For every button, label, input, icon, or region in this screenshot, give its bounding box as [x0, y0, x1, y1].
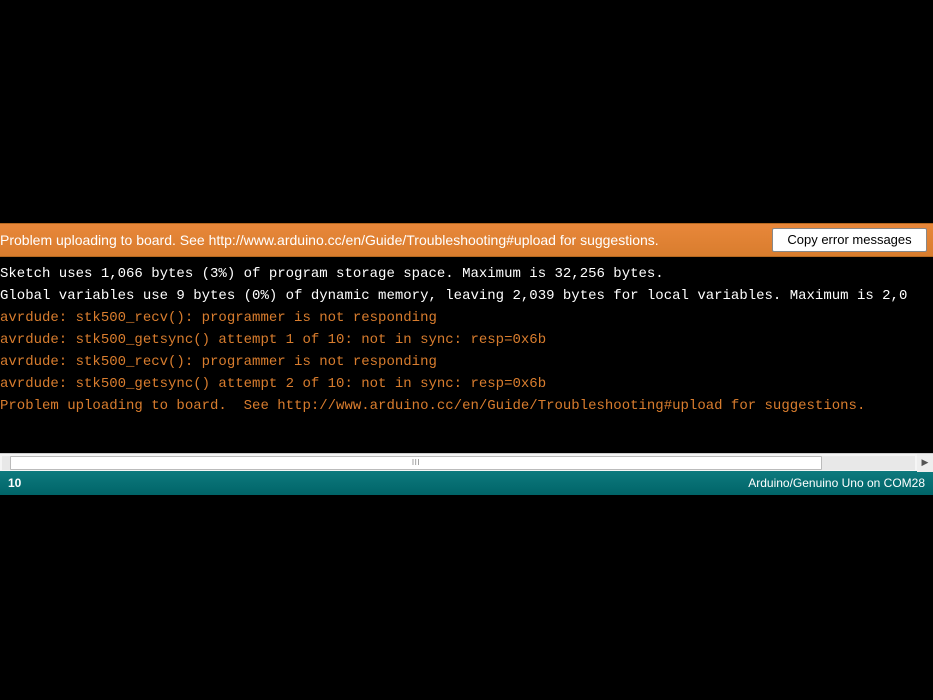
error-status-bar: Problem uploading to board. See http://w…	[0, 223, 933, 257]
status-line-number: 10	[8, 476, 21, 490]
console-line: avrdude: stk500_recv(): programmer is no…	[0, 307, 933, 329]
horizontal-scrollbar-thumb[interactable]: III	[10, 456, 822, 470]
horizontal-scrollbar-track[interactable]: III	[2, 456, 915, 470]
console-output-panel: Sketch uses 1,066 bytes (3%) of program …	[0, 257, 933, 453]
copy-error-messages-button[interactable]: Copy error messages	[772, 228, 927, 252]
error-status-message: Problem uploading to board. See http://w…	[0, 232, 659, 248]
status-bar: 10 Arduino/Genuino Uno on COM28	[0, 471, 933, 495]
horizontal-scrollbar[interactable]: III ▶	[0, 453, 933, 471]
scroll-right-arrow-icon[interactable]: ▶	[917, 454, 933, 472]
console-line: avrdude: stk500_getsync() attempt 2 of 1…	[0, 373, 933, 395]
console-line: avrdude: stk500_recv(): programmer is no…	[0, 351, 933, 373]
console-line: Problem uploading to board. See http://w…	[0, 395, 933, 417]
console-line: Global variables use 9 bytes (0%) of dyn…	[0, 285, 933, 307]
console-line: avrdude: stk500_getsync() attempt 1 of 1…	[0, 329, 933, 351]
console-line: Sketch uses 1,066 bytes (3%) of program …	[0, 263, 933, 285]
scrollbar-grip-icon: III	[412, 459, 420, 467]
status-board-port: Arduino/Genuino Uno on COM28	[748, 476, 925, 490]
